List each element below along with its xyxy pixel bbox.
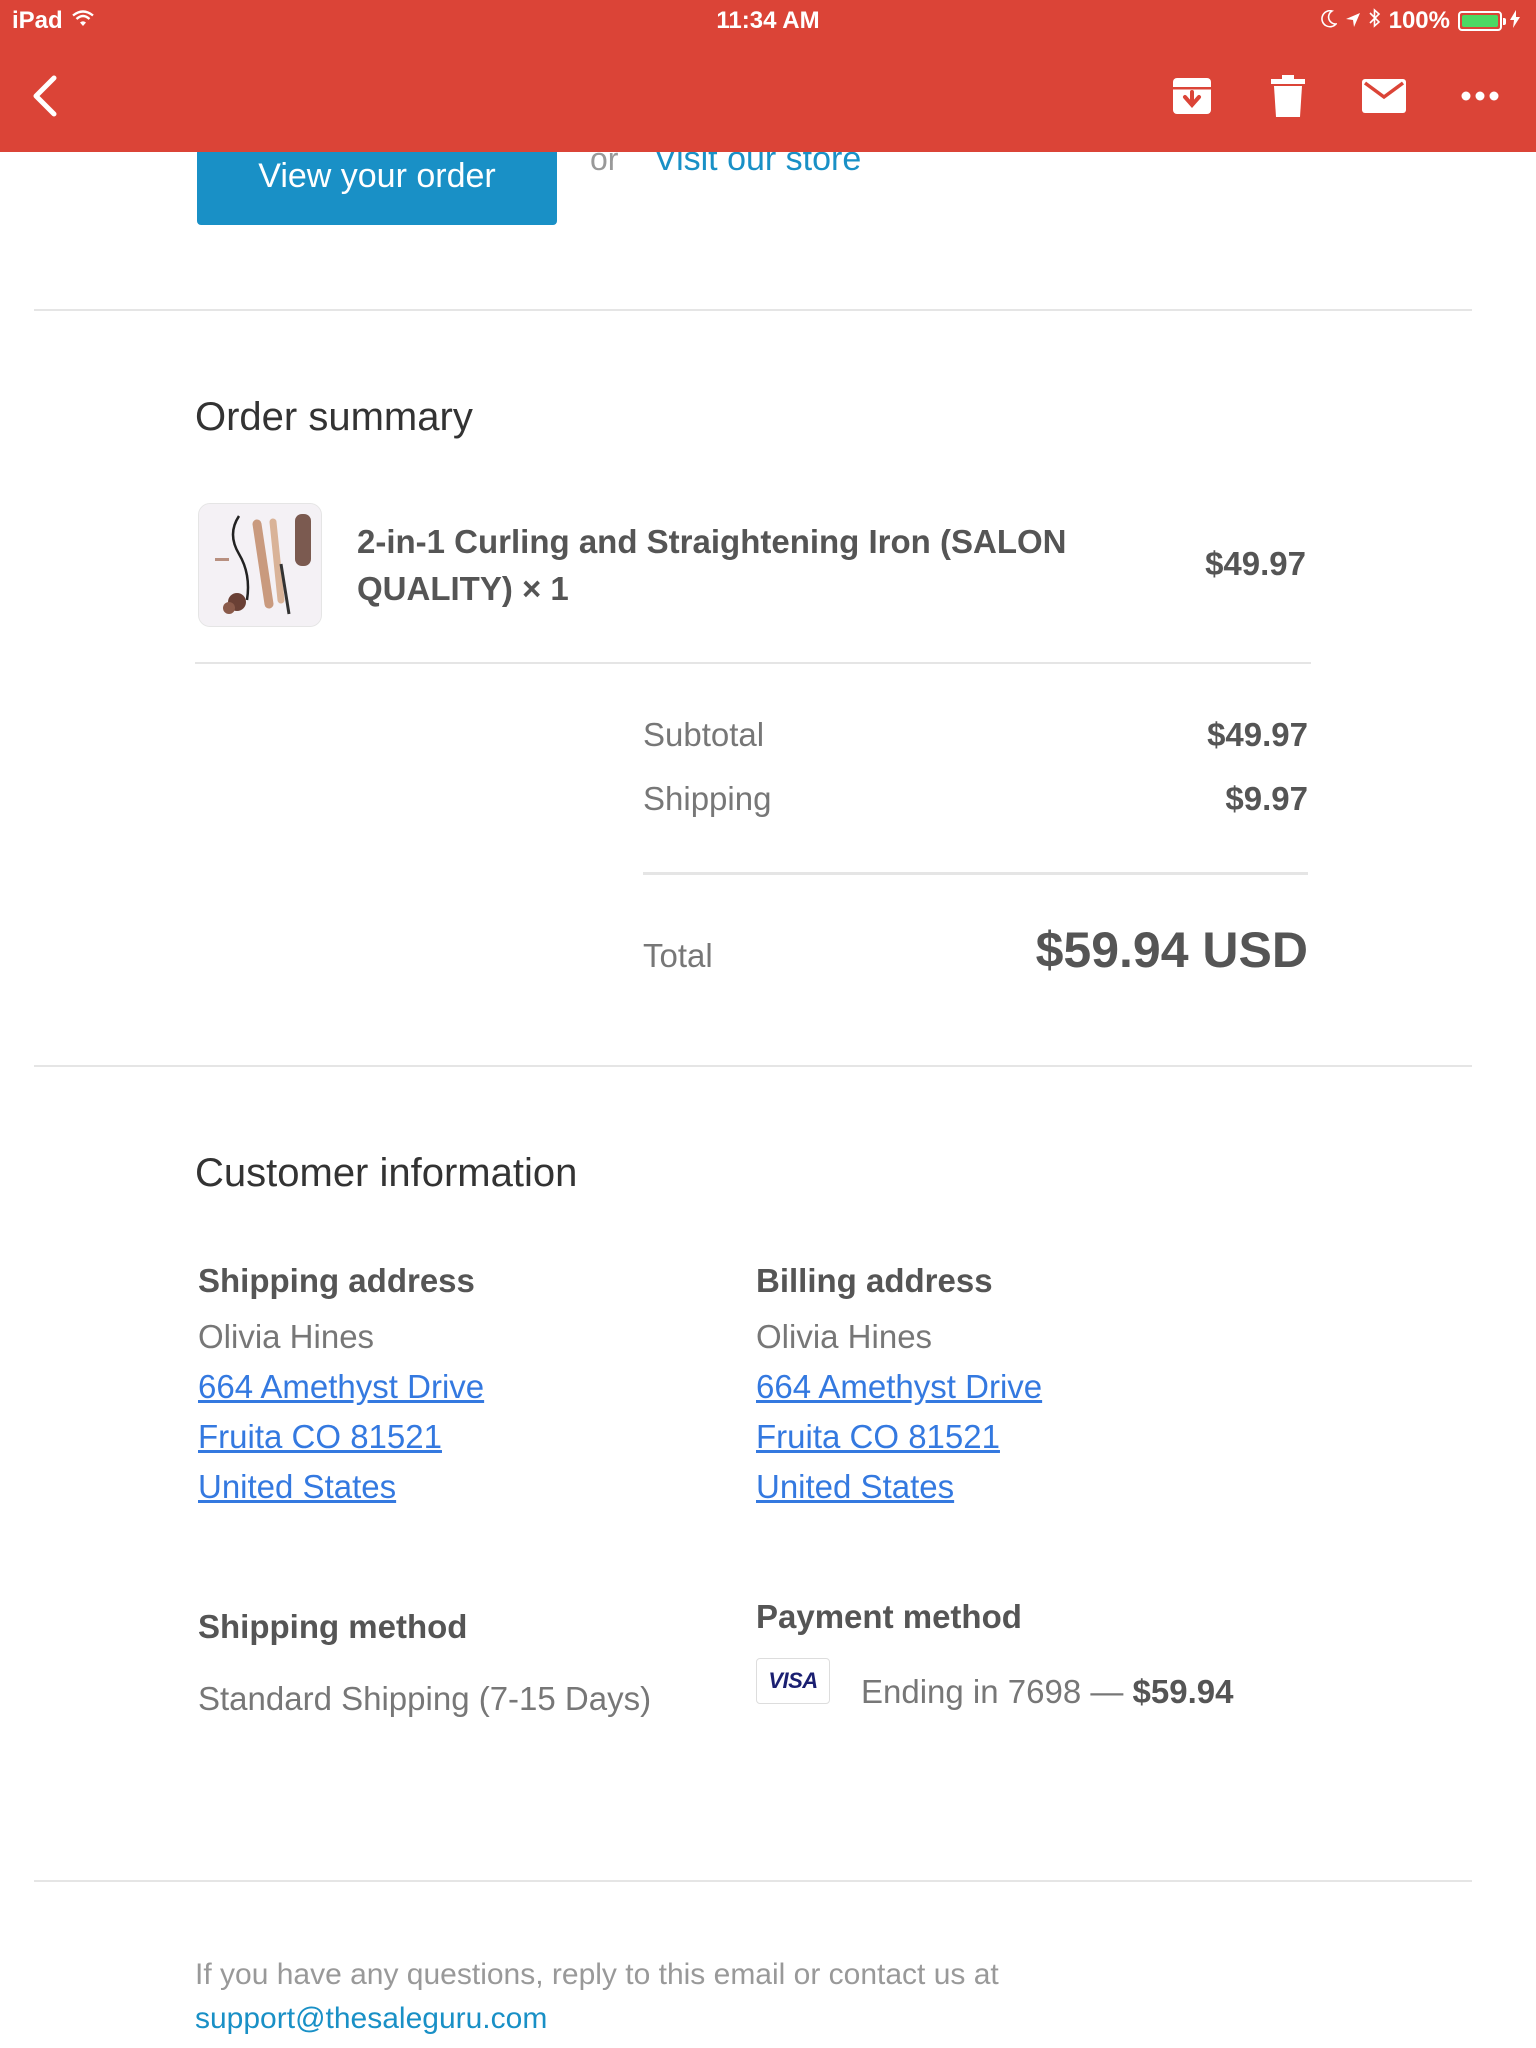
bluetooth-icon [1369,7,1381,35]
card-ending: Ending in 7698 — [861,1673,1124,1710]
subtotal-value: $49.97 [1207,716,1308,753]
card-brand-label: VISA [768,1668,818,1693]
app-bar: iPad 11:34 AM 100% [0,0,1536,152]
mark-unread-button[interactable] [1358,70,1410,122]
order-summary-heading: Order summary [195,395,473,439]
section-divider [34,1065,1472,1067]
product-title: 2-in-1 Curling and Straightening Iron (S… [357,523,1067,607]
billing-address-country-link[interactable]: United States [756,1468,954,1506]
status-bar: iPad 11:34 AM 100% [0,0,1536,40]
back-button[interactable] [18,70,70,122]
billing-address-line2-link[interactable]: Fruita CO 81521 [756,1418,1000,1456]
moon-icon [1320,7,1338,35]
battery-percent: 100% [1388,7,1450,34]
archive-button[interactable] [1166,70,1218,122]
visit-store-link[interactable]: Visit our store [654,152,861,179]
archive-icon [1173,78,1211,114]
charging-icon [1510,7,1520,35]
subtotal-label: Subtotal [643,716,765,753]
total-label: Total [643,937,713,974]
visa-card-icon: VISA [756,1658,830,1704]
total-row: Total $59.94 USD [643,921,1308,979]
payment-amount: $59.94 [1132,1673,1234,1710]
billing-name: Olivia Hines [756,1318,933,1355]
shipping-name: Olivia Hines [198,1318,375,1355]
delete-button[interactable] [1262,70,1314,122]
email-body: View your order or Visit our store Order… [0,152,1536,2048]
curling-iron-image-icon [199,504,321,626]
payment-method-title: Payment method [756,1598,1022,1635]
payment-summary: Ending in 7698 — $59.94 [861,1673,1233,1711]
shipping-value: $9.97 [1225,780,1308,817]
billing-address-line1-link[interactable]: 664 Amethyst Drive [756,1368,1042,1406]
customer-info-heading: Customer information [195,1151,578,1195]
shipping-address-title: Shipping address [198,1262,475,1299]
email-toolbar [0,40,1536,152]
total-value: $59.94 USD [1035,922,1308,978]
line-item-divider [195,662,1311,664]
footer-contact-text: If you have any questions, reply to this… [195,1958,999,1991]
total-divider [643,872,1308,875]
shipping-label: Shipping [643,780,772,817]
location-arrow-icon [1345,7,1361,35]
more-button[interactable] [1454,70,1506,122]
shipping-address-line2-link[interactable]: Fruita CO 81521 [198,1418,442,1456]
trash-icon [1271,75,1305,117]
shipping-address-country-link[interactable]: United States [198,1468,396,1506]
section-divider [34,309,1472,311]
view-order-button[interactable]: View your order [197,152,557,225]
product-price: $49.97 [1205,545,1306,582]
product-thumbnail[interactable] [198,503,322,627]
shipping-method-title: Shipping method [198,1608,468,1645]
billing-address-title: Billing address [756,1262,993,1299]
more-icon [1461,91,1499,101]
shipping-method-value: Standard Shipping (7-15 Days) [198,1680,652,1717]
status-time: 11:34 AM [716,7,820,34]
chevron-left-icon [33,75,57,117]
support-email-link[interactable]: support@thesaleguru.com [195,2002,547,2036]
section-divider [34,1880,1472,1882]
shipping-row: Shipping $9.97 [643,780,1308,818]
battery-icon [1458,11,1506,31]
status-right: 100% [1320,7,1520,35]
subtotal-row: Subtotal $49.97 [643,716,1308,754]
mail-icon [1362,79,1406,113]
or-text: or [590,152,619,177]
shipping-address-line1-link[interactable]: 664 Amethyst Drive [198,1368,484,1406]
